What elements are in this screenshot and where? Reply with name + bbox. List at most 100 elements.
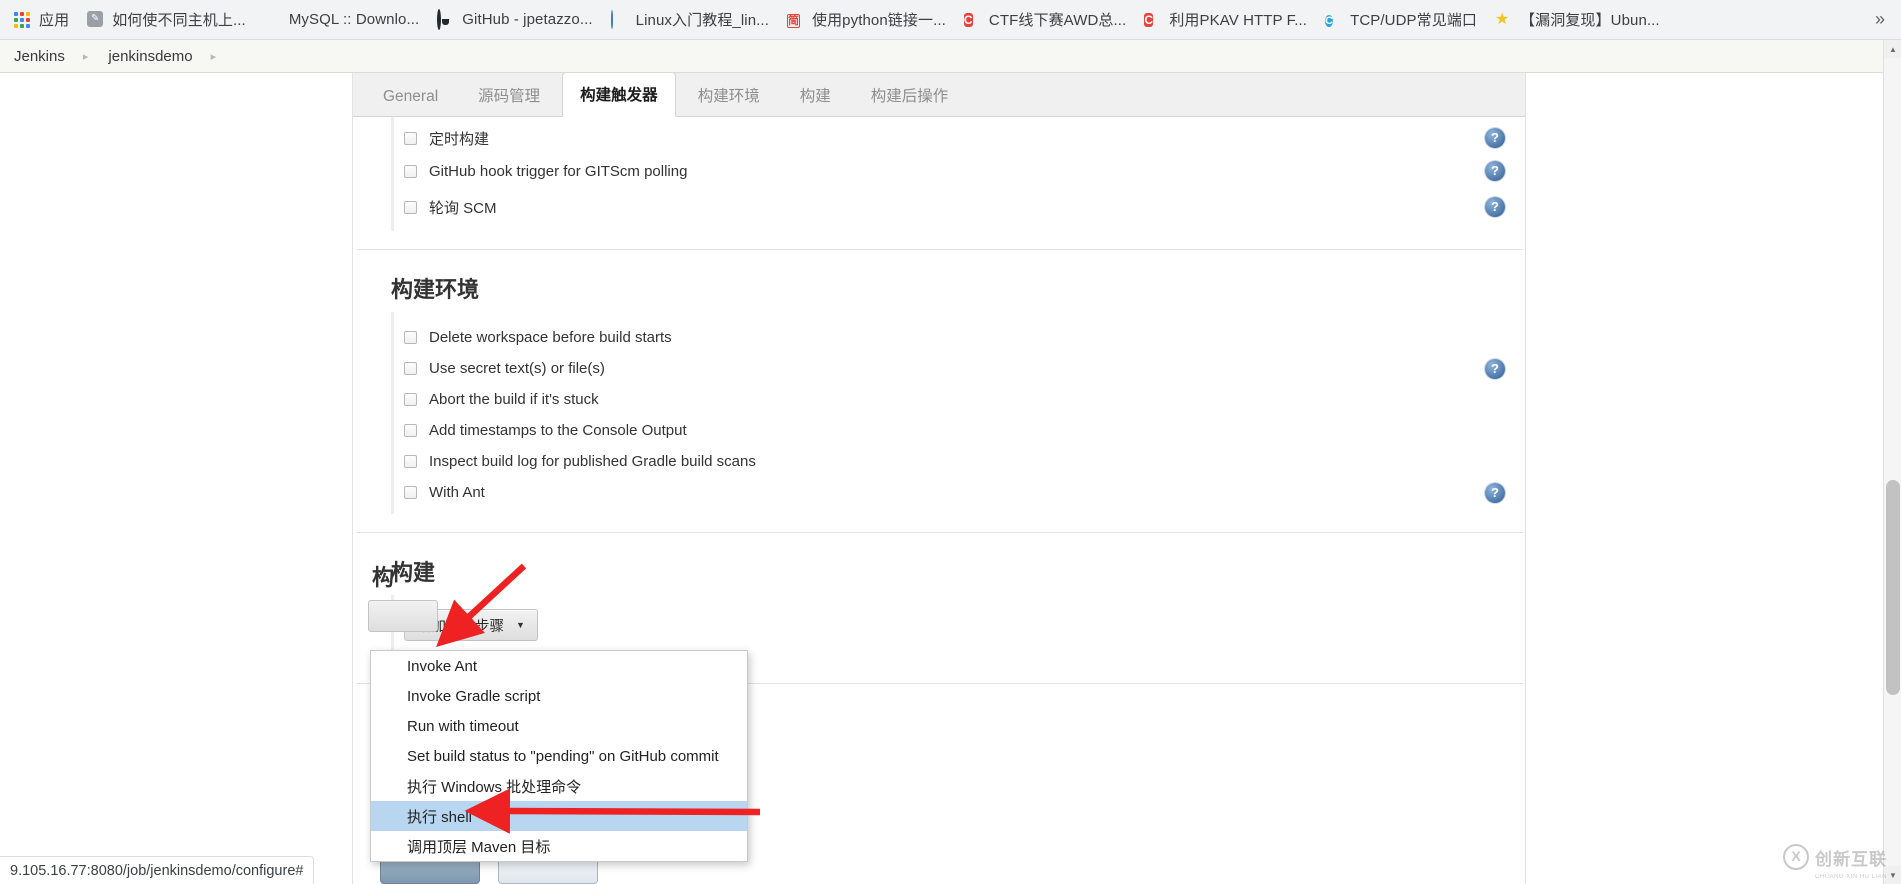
left-gutter	[0, 73, 352, 884]
option-label: 定时构建	[429, 130, 490, 148]
checkbox-github-hook-trigger[interactable]	[404, 164, 417, 178]
build-triggers-options: 定时构建 ? GitHub hook trigger for GITScm po…	[391, 117, 1525, 231]
menu-item-invoke-gradle-script[interactable]: Invoke Gradle script	[371, 681, 747, 711]
right-gutter	[1527, 73, 1883, 884]
watermark-logo-icon	[1783, 844, 1809, 870]
menu-item-execute-shell[interactable]: 执行 shell	[371, 801, 747, 831]
menu-item-execute-windows-batch[interactable]: 执行 Windows 批处理命令	[371, 771, 747, 801]
watermark-subtext: CHUANG XIN HU LIAN	[1814, 874, 1887, 880]
csdn-icon: C	[1144, 12, 1153, 27]
bookmark-item[interactable]: C CTF线下赛AWD总...	[956, 5, 1134, 34]
option-row-github-hook-trigger[interactable]: GitHub hook trigger for GITScm polling ?	[394, 153, 1525, 189]
chrome-blue-icon: C	[1325, 14, 1334, 27]
option-row-with-ant[interactable]: With Ant ?	[394, 477, 1525, 508]
help-icon[interactable]: ?	[1485, 128, 1505, 148]
option-row-use-secret-text[interactable]: Use secret text(s) or file(s) ?	[394, 353, 1525, 384]
csdn-icon: C	[963, 12, 973, 27]
option-label: Abort the build if it's stuck	[429, 391, 599, 408]
option-label: GitHub hook trigger for GITScm polling	[429, 162, 688, 180]
menu-item-set-build-status-github[interactable]: Set build status to "pending" on GitHub …	[371, 741, 747, 771]
breadcrumb-item-jenkinsdemo[interactable]: jenkinsdemo	[104, 48, 196, 65]
jianshu-icon: 简	[786, 13, 800, 28]
watermark: 创新互联	[1783, 844, 1887, 870]
section-title-masked: 构	[372, 565, 395, 590]
star-icon: ★	[1495, 10, 1510, 28]
scroll-up-arrow-icon[interactable]: ▲	[1884, 40, 1901, 58]
bookmark-item[interactable]: MySQL :: Downlo...	[256, 7, 427, 33]
option-row-timer-build[interactable]: 定时构建 ?	[394, 123, 1525, 153]
breadcrumb: Jenkins ▸ jenkinsdemo ▸	[0, 40, 1901, 73]
breadcrumb-separator-icon: ▸	[82, 50, 89, 63]
option-row-poll-scm[interactable]: 轮询 SCM ?	[394, 189, 1525, 225]
help-icon[interactable]: ?	[1485, 358, 1505, 379]
checkbox-inspect-gradle-scans[interactable]	[404, 455, 417, 468]
page-scrollbar[interactable]: ▲ ▼	[1883, 40, 1901, 884]
checkbox-add-timestamps[interactable]	[404, 424, 417, 437]
bookmark-item[interactable]: ✎ 如何使不同主机上...	[79, 5, 254, 34]
checkbox-delete-workspace[interactable]	[404, 331, 417, 344]
section-title-build: 构建	[391, 560, 436, 585]
help-icon[interactable]: ?	[1485, 197, 1505, 217]
option-row-abort-stuck-build[interactable]: Abort the build if it's stuck	[394, 384, 1525, 415]
browser-window: 应用 ✎ 如何使不同主机上... MySQL :: Downlo... GitH…	[0, 0, 1901, 884]
page-icon: ✎	[87, 10, 105, 29]
build-section: 构建 增加构建步骤 ▼	[353, 533, 1525, 655]
github-icon	[437, 8, 455, 30]
option-row-delete-workspace[interactable]: Delete workspace before build starts	[394, 322, 1525, 353]
tab-build[interactable]: 构建	[782, 73, 849, 117]
bookmark-item[interactable]: ★ 【漏洞复现】Ubun...	[1487, 5, 1668, 34]
build-triggers-section: 定时构建 ? GitHub hook trigger for GITScm po…	[353, 117, 1525, 231]
build-environment-options: Delete workspace before build starts Use…	[391, 312, 1525, 514]
checkbox-poll-scm[interactable]	[404, 200, 417, 214]
help-icon[interactable]: ?	[1485, 482, 1505, 503]
bookmark-label: CTF线下赛AWD总...	[988, 12, 1127, 29]
option-label: Inspect build log for published Gradle b…	[429, 453, 756, 470]
tab-general[interactable]: General	[365, 77, 456, 117]
breadcrumb-separator-icon: ▸	[210, 50, 217, 63]
scrollbar-thumb[interactable]	[1886, 480, 1900, 695]
checkbox-use-secret-text[interactable]	[404, 362, 417, 375]
browser-status-bar: 9.105.16.77:8080/job/jenkinsdemo/configu…	[0, 856, 315, 884]
bookmark-label: 应用	[39, 12, 70, 29]
config-tabbar: General 源码管理 构建触发器 构建环境 构建 构建后操作	[353, 73, 1525, 117]
tab-post-build-actions[interactable]: 构建后操作	[853, 73, 967, 117]
bookmark-item[interactable]: C 利用PKAV HTTP F...	[1136, 5, 1315, 34]
option-label: Use secret text(s) or file(s)	[429, 360, 605, 377]
bookmark-label: TCP/UDP常见端口	[1350, 12, 1478, 29]
option-label: Delete workspace before build starts	[429, 329, 672, 346]
tab-build-environment[interactable]: 构建环境	[680, 73, 778, 117]
checkbox-with-ant[interactable]	[404, 486, 417, 499]
bookmark-label: 利用PKAV HTTP F...	[1169, 12, 1308, 29]
watermark-text: 创新互联	[1815, 849, 1887, 869]
chevron-down-icon: ▼	[516, 620, 525, 630]
tab-build-triggers[interactable]: 构建触发器	[562, 73, 676, 117]
bookmark-label: 使用python链接一...	[811, 12, 946, 29]
bookmarks-bar: 应用 ✎ 如何使不同主机上... MySQL :: Downlo... GitH…	[0, 0, 1901, 40]
option-label: With Ant	[429, 484, 485, 501]
menu-item-invoke-ant[interactable]: Invoke Ant	[371, 651, 747, 681]
masked-button[interactable]	[368, 600, 438, 632]
breadcrumb-item-jenkins[interactable]: Jenkins	[10, 48, 69, 65]
apps-grid-icon	[14, 11, 32, 29]
bookmark-label: Linux入门教程_lin...	[635, 12, 769, 29]
bookmark-label: 如何使不同主机上...	[112, 12, 246, 29]
bookmark-item[interactable]: GitHub - jpetazzo...	[429, 7, 600, 33]
bookmark-apps[interactable]: 应用	[6, 5, 77, 34]
build-steps-container: 增加构建步骤 ▼	[391, 595, 1525, 655]
checkbox-timer-build[interactable]	[404, 131, 417, 145]
option-row-add-timestamps[interactable]: Add timestamps to the Console Output	[394, 415, 1525, 446]
tab-source-code-management[interactable]: 源码管理	[460, 73, 558, 117]
option-label: 轮询 SCM	[429, 199, 497, 217]
bookmarks-overflow-button[interactable]: »	[1865, 6, 1895, 33]
bookmark-item[interactable]: C TCP/UDP常见端口	[1317, 5, 1485, 34]
bookmark-label: 【漏洞复现】Ubun...	[1520, 12, 1660, 29]
help-icon[interactable]: ?	[1485, 161, 1505, 181]
bookmark-item[interactable]: 简 使用python链接一...	[779, 5, 954, 34]
option-row-inspect-gradle-scans[interactable]: Inspect build log for published Gradle b…	[394, 446, 1525, 477]
add-build-step-dropdown-menu: Invoke Ant Invoke Gradle script Run with…	[370, 650, 748, 862]
menu-item-invoke-top-level-maven[interactable]: 调用顶层 Maven 目标	[371, 831, 747, 861]
globe-icon	[610, 9, 629, 29]
checkbox-abort-stuck-build[interactable]	[404, 393, 417, 406]
bookmark-item[interactable]: Linux入门教程_lin...	[603, 5, 777, 34]
menu-item-run-with-timeout[interactable]: Run with timeout	[371, 711, 747, 741]
